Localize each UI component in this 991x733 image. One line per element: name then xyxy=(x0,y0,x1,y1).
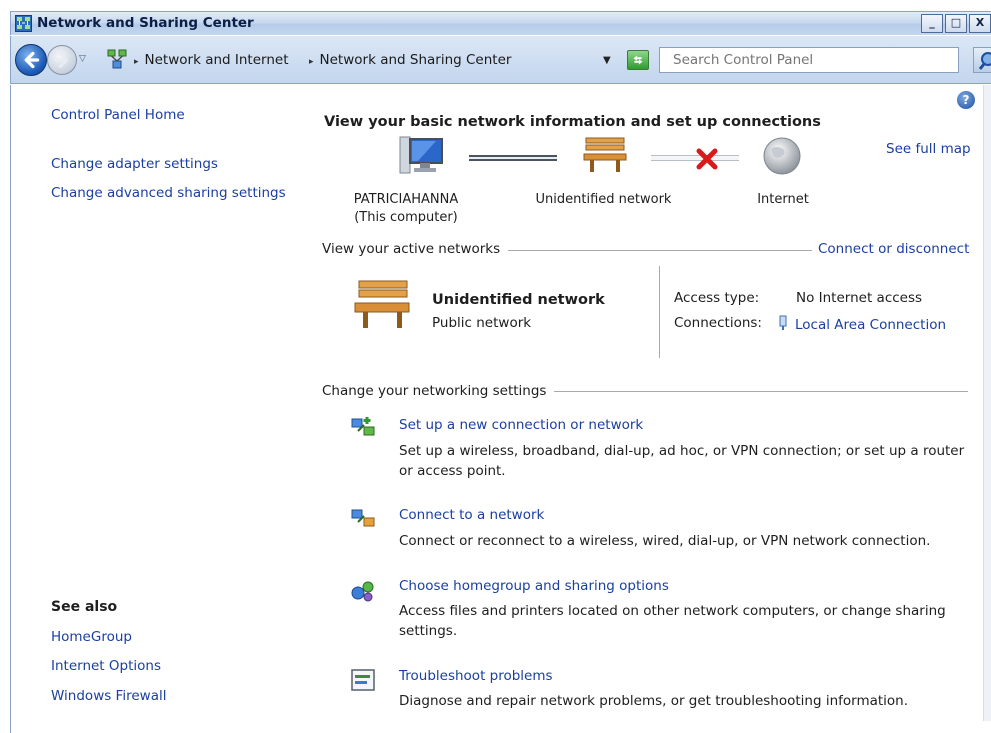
connections-label: Connections: xyxy=(674,315,762,331)
globe-icon xyxy=(763,137,801,175)
forward-button[interactable] xyxy=(47,45,77,75)
homegroup-link[interactable]: HomeGroup xyxy=(51,629,132,645)
access-type-label: Access type: xyxy=(674,290,760,306)
breadcrumb-arrow-icon: ▸ xyxy=(134,57,139,67)
breadcrumb-network-internet[interactable]: ▸ Network and Internet xyxy=(134,52,288,68)
history-dropdown-icon[interactable]: ▽ xyxy=(79,54,86,64)
computer-icon xyxy=(399,136,443,174)
local-area-connection-link[interactable]: Local Area Connection xyxy=(777,315,946,333)
refresh-icon xyxy=(633,55,643,65)
access-type-value: No Internet access xyxy=(796,290,923,306)
connection-line-ok xyxy=(469,155,557,161)
bench-icon xyxy=(354,280,410,328)
setup-connection-desc: Set up a wireless, broadband, dial-up, a… xyxy=(399,443,965,479)
breadcrumb-network-sharing-center[interactable]: ▸ Network and Sharing Center xyxy=(309,52,511,68)
bench-icon xyxy=(583,137,627,172)
maximize-button[interactable]: □ xyxy=(945,14,967,33)
network-cable-icon xyxy=(779,315,787,330)
homegroup-sharing-link[interactable]: Choose homegroup and sharing options xyxy=(399,578,669,594)
window-title: Network and Sharing Center xyxy=(37,15,254,31)
red-x-icon xyxy=(696,148,718,170)
new-connection-icon xyxy=(351,417,375,436)
breadcrumb-arrow-icon: ▸ xyxy=(309,57,314,67)
homegroup-icon xyxy=(351,581,374,602)
address-field[interactable]: ▸ Network and Internet ▸ Network and Shari… xyxy=(101,47,653,73)
arrow-left-icon xyxy=(24,51,40,69)
change-adapter-settings-link[interactable]: Change adapter settings xyxy=(51,156,218,172)
windows-firewall-link[interactable]: Windows Firewall xyxy=(51,688,166,704)
network-label: Unidentified network xyxy=(535,192,672,207)
refresh-button[interactable] xyxy=(627,50,649,70)
network-center-icon xyxy=(15,15,32,32)
connect-network-desc: Connect or reconnect to a wireless, wire… xyxy=(399,533,931,549)
connect-network-icon xyxy=(351,509,375,527)
page-title: View your basic network information and … xyxy=(324,114,821,130)
troubleshoot-desc: Diagnose and repair network problems, or… xyxy=(399,693,909,709)
computer-label: PATRICIAHANNA (This computer) xyxy=(353,192,459,225)
active-network-type[interactable]: Public network xyxy=(432,315,531,331)
troubleshoot-link[interactable]: Troubleshoot problems xyxy=(399,668,553,684)
active-networks-label: View your active networks xyxy=(322,241,509,257)
content-pane: ? Control Panel Home Change adapter sett… xyxy=(10,85,991,733)
minimize-button[interactable]: _ xyxy=(921,14,943,33)
troubleshoot-icon xyxy=(351,669,375,691)
see-full-map-link[interactable]: See full map xyxy=(886,141,971,157)
network-center-icon xyxy=(107,49,127,69)
homegroup-sharing-desc: Access files and printers located on oth… xyxy=(399,603,946,639)
back-button[interactable] xyxy=(15,44,47,76)
search-icon xyxy=(978,52,991,70)
internet-options-link[interactable]: Internet Options xyxy=(51,658,161,674)
change-advanced-sharing-link[interactable]: Change advanced sharing settings xyxy=(51,185,286,201)
search-field[interactable] xyxy=(659,47,959,73)
search-button[interactable] xyxy=(973,47,991,73)
help-icon[interactable]: ? xyxy=(957,91,975,109)
vertical-divider xyxy=(659,266,660,358)
chevron-down-icon[interactable]: ▼ xyxy=(603,55,611,66)
search-input[interactable] xyxy=(660,48,958,72)
setup-connection-link[interactable]: Set up a new connection or network xyxy=(399,417,643,433)
address-toolbar: ▽ ▸ Network and Internet ▸ Network and Sha… xyxy=(10,36,991,84)
close-button[interactable]: X xyxy=(969,14,991,33)
networking-settings-label: Change your networking settings xyxy=(322,383,555,399)
internet-label: Internet xyxy=(757,192,809,207)
arrow-right-icon xyxy=(54,52,69,68)
vertical-scrollbar[interactable] xyxy=(983,85,991,721)
title-bar: Network and Sharing Center _ □ X xyxy=(10,11,991,35)
connect-disconnect-link[interactable]: Connect or disconnect xyxy=(812,241,970,257)
see-also-heading: See also xyxy=(51,599,118,615)
connect-network-link[interactable]: Connect to a network xyxy=(399,507,544,523)
active-network-name: Unidentified network xyxy=(432,292,605,308)
control-panel-home-link[interactable]: Control Panel Home xyxy=(51,107,185,123)
